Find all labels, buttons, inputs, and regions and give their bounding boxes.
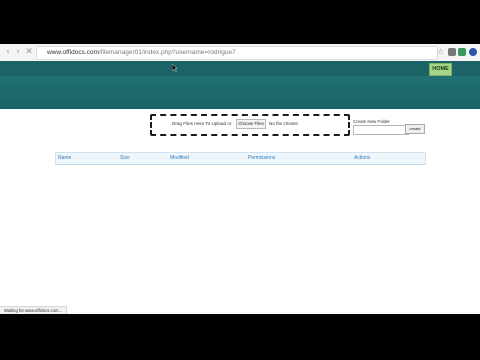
upload-dropzone[interactable]: Drag Files Here To Upload or Choose File… — [150, 114, 350, 136]
extension-icon[interactable] — [448, 48, 456, 56]
address-bar: ‹ › ✕ www.offidocs.com/filemanager01/ind… — [0, 44, 480, 62]
column-actions[interactable]: Actions — [354, 155, 370, 161]
home-button[interactable]: HOME — [429, 63, 452, 76]
page-header: HOME — [0, 61, 480, 109]
file-table-header: Name Size Modified Permissions Actions — [55, 152, 426, 165]
create-folder-button[interactable]: create — [405, 124, 425, 134]
url-path: /filemanager01/index.php?username=rodrig… — [98, 49, 236, 56]
bookmark-star-icon[interactable]: ☆ — [437, 47, 444, 56]
dropzone-text: Drag Files Here To Upload or — [172, 121, 232, 126]
column-name[interactable]: Name — [58, 155, 71, 161]
loading-status-bar: Waiting for www.offidocs.com... — [0, 306, 67, 314]
browser-window: ‹ › ✕ www.offidocs.com/filemanager01/ind… — [0, 44, 480, 314]
choose-files-button[interactable]: Choose Files — [236, 119, 266, 129]
mouse-cursor-icon — [172, 64, 178, 72]
url-host: www.offidocs.com — [47, 49, 99, 56]
file-chosen-status: No file chosen — [269, 121, 299, 126]
column-size[interactable]: Size — [120, 155, 130, 161]
profile-icon[interactable] — [469, 48, 477, 56]
new-folder-input[interactable] — [353, 125, 409, 135]
column-permissions[interactable]: Permissions — [248, 155, 275, 161]
column-modified[interactable]: Modified — [170, 155, 189, 161]
back-icon[interactable]: ‹ — [3, 47, 13, 57]
extension-icon[interactable] — [458, 48, 466, 56]
forward-icon[interactable]: › — [13, 47, 23, 57]
create-folder-label: Create New Folder — [353, 119, 390, 124]
header-top-strip — [0, 61, 480, 76]
stop-loading-icon[interactable]: ✕ — [24, 47, 34, 57]
url-field[interactable]: www.offidocs.com/filemanager01/index.php… — [36, 46, 438, 60]
